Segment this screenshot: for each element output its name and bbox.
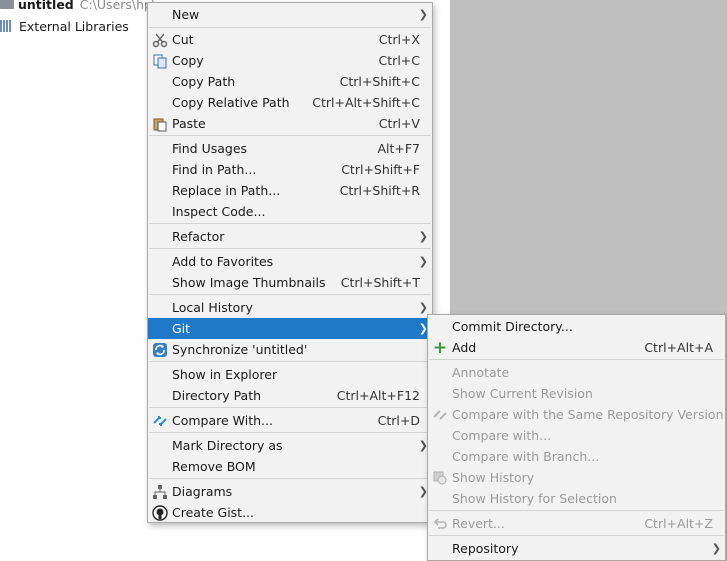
github-icon bbox=[151, 504, 169, 522]
git-compare-with[interactable]: Compare with... bbox=[428, 425, 725, 446]
menu-item-copy-path[interactable]: Copy Path Ctrl+Shift+C bbox=[148, 71, 432, 92]
copy-icon bbox=[151, 52, 169, 70]
library-icon bbox=[0, 20, 14, 32]
git-revert[interactable]: Revert... Ctrl+Alt+Z bbox=[428, 513, 725, 534]
chevron-right-icon: ❯ bbox=[418, 255, 428, 268]
project-root-name: untitled bbox=[18, 0, 74, 12]
revert-icon bbox=[431, 515, 449, 533]
menu-item-show-in-explorer[interactable]: Show in Explorer bbox=[148, 364, 432, 385]
menu-item-replace-in-path[interactable]: Replace in Path... Ctrl+Shift+R bbox=[148, 180, 432, 201]
menu-item-cut[interactable]: Cut Ctrl+X bbox=[148, 29, 432, 50]
menu-separator bbox=[149, 478, 431, 479]
compare-icon bbox=[431, 406, 449, 424]
menu-item-compare-with[interactable]: Compare With... Ctrl+D bbox=[148, 410, 432, 431]
diagram-icon bbox=[151, 483, 169, 501]
git-show-current-revision[interactable]: Show Current Revision bbox=[428, 383, 725, 404]
chevron-right-icon: ❯ bbox=[418, 230, 428, 243]
git-show-history-for-selection[interactable]: Show History for Selection bbox=[428, 488, 725, 509]
project-root-path: C:\Users\hp\ bbox=[79, 0, 157, 12]
external-libraries-label: External Libraries bbox=[19, 18, 129, 34]
menu-item-copy[interactable]: Copy Ctrl+C bbox=[148, 50, 432, 71]
menu-item-find-in-path[interactable]: Find in Path... Ctrl+Shift+F bbox=[148, 159, 432, 180]
chevron-right-icon: ❯ bbox=[418, 8, 428, 21]
menu-item-directory-path[interactable]: Directory Path Ctrl+Alt+F12 bbox=[148, 385, 432, 406]
menu-item-remove-bom[interactable]: Remove BOM bbox=[148, 456, 432, 477]
menu-separator bbox=[149, 248, 431, 249]
plus-icon: + bbox=[432, 337, 448, 358]
paste-icon bbox=[151, 115, 169, 133]
menu-separator bbox=[429, 535, 724, 536]
git-commit-directory[interactable]: Commit Directory... bbox=[428, 316, 725, 337]
menu-item-find-usages[interactable]: Find Usages Alt+F7 bbox=[148, 138, 432, 159]
menu-item-synchronize[interactable]: Synchronize 'untitled' bbox=[148, 339, 432, 360]
menu-item-create-gist[interactable]: Create Gist... bbox=[148, 502, 432, 523]
menu-separator bbox=[429, 510, 724, 511]
menu-separator bbox=[149, 135, 431, 136]
git-show-history[interactable]: Show History bbox=[428, 467, 725, 488]
menu-separator bbox=[149, 223, 431, 224]
chevron-right-icon: ❯ bbox=[711, 542, 721, 555]
menu-item-diagrams[interactable]: Diagrams ❯ bbox=[148, 481, 432, 502]
menu-item-show-image-thumbnails[interactable]: Show Image Thumbnails Ctrl+Shift+T bbox=[148, 272, 432, 293]
menu-item-copy-relative-path[interactable]: Copy Relative Path Ctrl+Alt+Shift+C bbox=[148, 92, 432, 113]
menu-separator bbox=[149, 294, 431, 295]
menu-item-add-to-favorites[interactable]: Add to Favorites ❯ bbox=[148, 251, 432, 272]
scissors-icon bbox=[151, 31, 169, 49]
menu-separator bbox=[429, 359, 724, 360]
menu-item-new[interactable]: New ❯ bbox=[148, 4, 432, 25]
folder-icon bbox=[0, 0, 14, 9]
menu-separator bbox=[149, 361, 431, 362]
menu-separator bbox=[149, 407, 431, 408]
git-annotate[interactable]: Annotate bbox=[428, 362, 725, 383]
git-add[interactable]: + Add Ctrl+Alt+A bbox=[428, 337, 725, 358]
external-libraries-node[interactable]: External Libraries bbox=[0, 16, 129, 36]
chevron-right-icon: ❯ bbox=[418, 301, 428, 314]
menu-item-local-history[interactable]: Local History ❯ bbox=[148, 297, 432, 318]
menu-item-inspect-code[interactable]: Inspect Code... bbox=[148, 201, 432, 222]
git-compare-with-branch[interactable]: Compare with Branch... bbox=[428, 446, 725, 467]
history-icon bbox=[431, 469, 449, 487]
menu-separator bbox=[149, 27, 431, 28]
menu-item-refactor[interactable]: Refactor ❯ bbox=[148, 226, 432, 247]
menu-item-git[interactable]: Git ❯ bbox=[148, 318, 432, 339]
menu-item-mark-directory-as[interactable]: Mark Directory as ❯ bbox=[148, 435, 432, 456]
git-compare-same-repo-version[interactable]: Compare with the Same Repository Version bbox=[428, 404, 725, 425]
sync-icon bbox=[151, 341, 169, 359]
menu-separator bbox=[149, 432, 431, 433]
menu-item-paste[interactable]: Paste Ctrl+V bbox=[148, 113, 432, 134]
project-root-node[interactable]: untitled C:\Users\hp\ bbox=[0, 0, 156, 14]
git-repository[interactable]: Repository ❯ bbox=[428, 538, 725, 559]
compare-icon bbox=[151, 412, 169, 430]
git-submenu: Commit Directory... + Add Ctrl+Alt+A Ann… bbox=[427, 314, 726, 561]
context-menu: New ❯ Cut Ctrl+X Copy Ctrl+C Copy Path C… bbox=[147, 2, 433, 523]
